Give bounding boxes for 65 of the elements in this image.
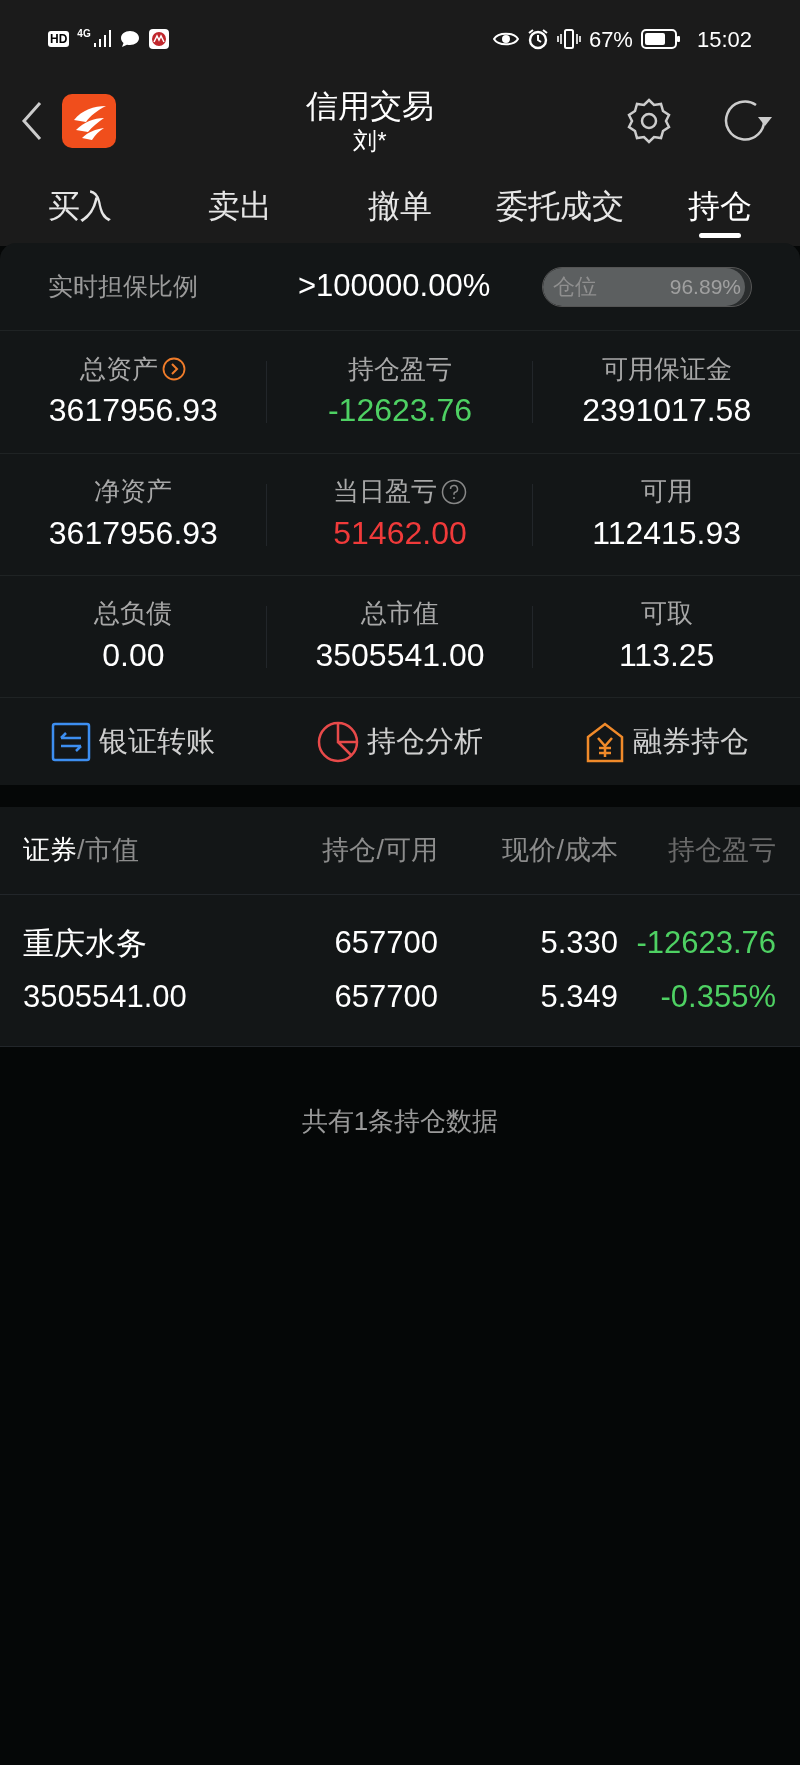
metric-value: 51462.00 — [333, 513, 467, 553]
battery-percent: 67% — [588, 25, 633, 54]
signal-icon — [92, 29, 111, 49]
position-pnl: -12623.76 — [636, 924, 776, 963]
metric-value: 3617956.93 — [48, 391, 218, 430]
tab-indicator — [699, 233, 741, 238]
position-reading: 96.89% — [669, 273, 741, 300]
vibrate-icon — [556, 28, 581, 50]
hd-badge: HD — [48, 31, 70, 47]
settings-icon[interactable] — [624, 96, 674, 146]
battery-icon — [640, 28, 681, 50]
help-icon[interactable] — [441, 478, 467, 505]
metric-label: 可取 — [640, 597, 693, 630]
stock-name: 重庆水务 — [23, 924, 148, 963]
tab[interactable]: 撤单 — [320, 166, 480, 246]
tab[interactable]: 卖出 — [160, 166, 320, 246]
cost-price: 5.349 — [540, 978, 618, 1017]
tab[interactable]: 持仓 — [640, 166, 800, 246]
tab[interactable]: 委托成交 — [480, 166, 640, 246]
house-yuan-icon — [584, 720, 625, 763]
account-name: 刘* — [353, 126, 387, 156]
pnl-ratio: -0.355% — [660, 978, 776, 1017]
metric-value: 2391017.58 — [582, 391, 752, 430]
metric-value: 3617956.93 — [48, 513, 218, 553]
page-title: 信用交易 — [306, 87, 434, 126]
action-button[interactable]: 融券持仓 — [533, 698, 800, 785]
action-button[interactable]: 持仓分析 — [266, 698, 534, 785]
alarm-icon — [526, 28, 549, 50]
chat-bubble-icon — [118, 29, 141, 49]
metric-label: 可用 — [640, 475, 693, 508]
column-header: 现价/成本 — [502, 834, 618, 868]
ratio-value: >100000.00% — [298, 267, 492, 306]
app-badge-icon — [148, 29, 169, 49]
available: 657700 — [334, 978, 438, 1017]
metric-value: 0.00 — [102, 635, 165, 675]
eye-icon — [492, 30, 519, 48]
metric-value: 3505541.00 — [315, 635, 485, 675]
market-value: 3505541.00 — [23, 978, 188, 1017]
ratio-label: 实时担保比例 — [48, 270, 199, 302]
tab[interactable]: 买入 — [0, 166, 160, 246]
metric-label: 可用保证金 — [601, 352, 732, 386]
chevron-right-icon[interactable] — [162, 357, 187, 381]
metric-label: 总市值 — [361, 597, 439, 630]
metric-label: 当日盈亏 — [333, 475, 437, 508]
back-icon[interactable] — [20, 101, 44, 141]
pie-chart-icon — [317, 720, 359, 763]
column-sub-header: /市值 — [77, 835, 139, 866]
action-button[interactable]: 银证转账 — [0, 698, 267, 785]
transfer-icon — [51, 721, 92, 762]
metric-value: 113.25 — [618, 635, 715, 675]
app-logo-icon — [62, 94, 116, 148]
column-header: 持仓/可用 — [322, 834, 438, 868]
network-label: 4G — [77, 29, 91, 39]
metric-value: -12623.76 — [327, 391, 473, 430]
column-header: 持仓盈亏 — [668, 834, 776, 868]
metric-label: 总资产 — [80, 352, 159, 386]
holding: 657700 — [334, 924, 438, 963]
metric-label: 净资产 — [94, 475, 173, 508]
current-price: 5.330 — [540, 924, 618, 963]
clock-time: 15:02 — [696, 25, 752, 54]
holdings-count: 共有1条持仓数据 — [301, 1105, 499, 1138]
metric-label: 持仓盈亏 — [348, 352, 452, 386]
metric-label: 总负债 — [94, 597, 173, 630]
metric-value: 112415.93 — [592, 513, 742, 553]
column-header: 证券 — [23, 835, 77, 866]
